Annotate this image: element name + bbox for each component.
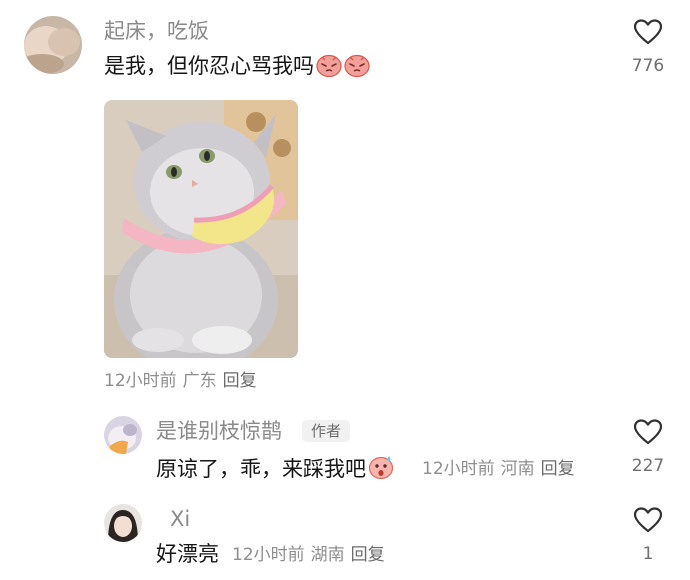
comment-meta: 12小时前 广东 回复 bbox=[104, 370, 263, 392]
comment-text: 是我，但你忍心骂我吗 bbox=[104, 52, 370, 84]
reply-location: 湖南 bbox=[310, 545, 345, 565]
commenter-avatar[interactable] bbox=[24, 16, 82, 74]
like-button[interactable] bbox=[618, 18, 678, 50]
reply-text: 好漂亮 bbox=[156, 542, 219, 566]
reply-user-avatar[interactable] bbox=[104, 504, 142, 542]
pouting-face-emoji bbox=[344, 53, 370, 84]
sweating-face-emoji bbox=[368, 454, 394, 487]
author-badge: 作者 bbox=[302, 420, 351, 442]
reply-time: 12小时前 bbox=[232, 545, 305, 565]
reply-button[interactable]: 回复 bbox=[223, 371, 257, 391]
reply-button[interactable]: 回复 bbox=[351, 545, 385, 565]
like-button[interactable] bbox=[618, 506, 678, 538]
comment-time: 12小时前 bbox=[104, 371, 177, 391]
reply-text: 原谅了，乖，来踩我吧 bbox=[156, 454, 394, 487]
reply-meta: 12小时前 湖南 回复 bbox=[232, 544, 391, 566]
heart-outline-icon bbox=[633, 507, 663, 533]
pouting-face-emoji bbox=[316, 53, 342, 84]
reply-user-username[interactable]: Xi bbox=[170, 506, 190, 532]
reply-location: 河南 bbox=[500, 459, 535, 479]
reply-button[interactable]: 回复 bbox=[541, 459, 575, 479]
reply-time: 12小时前 bbox=[422, 459, 495, 479]
heart-outline-icon bbox=[633, 19, 663, 45]
reply-author-avatar[interactable] bbox=[104, 416, 142, 454]
comment-location: 广东 bbox=[182, 371, 217, 391]
like-button[interactable] bbox=[618, 418, 678, 450]
heart-outline-icon bbox=[633, 419, 663, 445]
commenter-username[interactable]: 起床，吃饭 bbox=[104, 18, 209, 44]
like-count: 1 bbox=[642, 544, 654, 564]
reply-author-username[interactable]: 是谁别枝惊鹊 bbox=[156, 418, 282, 444]
reply-meta: 12小时前 河南 回复 bbox=[422, 458, 581, 480]
like-count: 776 bbox=[631, 56, 665, 76]
like-count: 227 bbox=[631, 456, 665, 476]
comment-image-cat[interactable] bbox=[104, 100, 298, 358]
